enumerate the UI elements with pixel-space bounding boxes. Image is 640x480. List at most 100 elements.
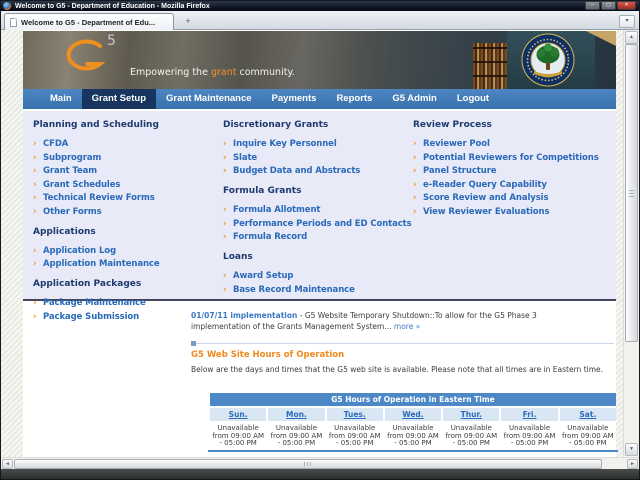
close-button[interactable]: ✕ bbox=[617, 1, 636, 10]
arrow-bullet-icon: › bbox=[413, 152, 417, 163]
menu-link-score-review-and-analysis[interactable]: Score Review and Analysis bbox=[423, 193, 549, 203]
page-margin-left bbox=[1, 30, 23, 457]
menu-link-application-maintenance[interactable]: Application Maintenance bbox=[43, 259, 160, 269]
section-divider bbox=[191, 341, 614, 346]
news-more-link[interactable]: more » bbox=[394, 322, 420, 331]
nav-item-g5-admin[interactable]: G5 Admin bbox=[382, 89, 447, 109]
nav-item-reports[interactable]: Reports bbox=[326, 89, 382, 109]
menu-section-discretionary-grants: Discretionary Grants › Inquire Key Person… bbox=[223, 120, 411, 176]
menu-link-formula-record[interactable]: Formula Record bbox=[233, 232, 307, 242]
arrow-bullet-icon: › bbox=[223, 152, 227, 163]
menu-link-grant-schedules[interactable]: Grant Schedules bbox=[43, 180, 120, 190]
menu-link-technical-review-forms[interactable]: Technical Review Forms bbox=[43, 193, 155, 203]
day-header-fri[interactable]: Fri. bbox=[501, 408, 558, 421]
scroll-right-icon[interactable]: ► bbox=[627, 459, 638, 469]
tab-list-button[interactable]: ▾ bbox=[619, 15, 635, 28]
day-header-mon[interactable]: Mon. bbox=[268, 408, 325, 421]
menu-column-2: Discretionary Grants › Inquire Key Person… bbox=[223, 120, 412, 305]
arrow-bullet-icon: › bbox=[33, 298, 37, 308]
nav-item-grant-setup[interactable]: Grant Setup bbox=[81, 89, 157, 109]
horizontal-scrollbar-thumb[interactable] bbox=[14, 459, 602, 469]
day-header-thur[interactable]: Thur. bbox=[443, 408, 500, 421]
menu-link-view-reviewer-evaluations[interactable]: View Reviewer Evaluations bbox=[423, 207, 550, 217]
divider-line bbox=[196, 343, 614, 344]
gold-corner-decoration bbox=[586, 31, 616, 46]
horizontal-scrollbar[interactable]: ◄ ► bbox=[1, 457, 639, 469]
menu-column-3: Review Process › Reviewer Pool › Potential… bbox=[413, 120, 613, 227]
arrow-bullet-icon: › bbox=[33, 152, 37, 163]
menu-link-cfda[interactable]: CFDA bbox=[43, 139, 68, 149]
vertical-scrollbar-thumb[interactable] bbox=[625, 44, 638, 342]
g5-logo-five: 5 bbox=[107, 33, 116, 49]
scroll-down-icon[interactable]: ▼ bbox=[625, 443, 638, 456]
arrow-bullet-icon: › bbox=[413, 206, 417, 217]
vertical-scrollbar[interactable]: ▲ ▼ bbox=[623, 30, 639, 457]
menu-link-inquire-key-personnel[interactable]: Inquire Key Personnel bbox=[233, 139, 337, 149]
arrow-bullet-icon: › bbox=[223, 218, 227, 229]
hours-table-title: G5 Hours of Operation in Eastern Time bbox=[210, 393, 616, 406]
scroll-left-icon[interactable]: ◄ bbox=[2, 459, 13, 469]
arrow-bullet-icon: › bbox=[413, 139, 417, 149]
window-title: Welcome to G5 - Department of Education … bbox=[15, 2, 210, 10]
hours-cell-tues: Unavailable from 09:00 AM - 05:00 PM bbox=[326, 423, 383, 448]
hours-cell-wed: Unavailable from 09:00 AM - 05:00 PM bbox=[384, 423, 442, 448]
menu-link-grant-team[interactable]: Grant Team bbox=[43, 166, 97, 176]
arrow-bullet-icon: › bbox=[413, 179, 417, 190]
nav-item-payments[interactable]: Payments bbox=[262, 89, 327, 109]
hours-cell-mon: Unavailable from 09:00 AM - 05:00 PM bbox=[268, 423, 325, 448]
window-controls: – ▢ ✕ bbox=[585, 1, 636, 10]
site-header-banner: 5 Empowering the grant community. bbox=[23, 31, 616, 89]
hours-heading: G5 Web Site Hours of Operation bbox=[191, 350, 345, 360]
menu-link-budget-data-and-abstracts[interactable]: Budget Data and Abstracts bbox=[233, 166, 360, 176]
menu-link-subprogram[interactable]: Subprogram bbox=[43, 153, 101, 163]
tagline-accent: grant bbox=[210, 67, 237, 78]
page-viewport: 5 Empowering the grant community. Main G… bbox=[1, 30, 639, 457]
scrollbar-grip bbox=[629, 190, 634, 197]
page-icon bbox=[10, 17, 17, 27]
nav-item-main[interactable]: Main bbox=[40, 89, 82, 109]
menu-link-award-setup[interactable]: Award Setup bbox=[233, 271, 293, 281]
day-header-wed[interactable]: Wed. bbox=[384, 408, 442, 421]
menu-link-base-record-maintenance[interactable]: Base Record Maintenance bbox=[233, 285, 355, 295]
arrow-bullet-icon: › bbox=[33, 193, 37, 203]
menu-link-reviewer-pool[interactable]: Reviewer Pool bbox=[423, 139, 490, 149]
menu-link-performance-periods-and-ed-contacts[interactable]: Performance Periods and ED Contacts bbox=[233, 219, 412, 229]
menu-link-potential-reviewers-for-competitions[interactable]: Potential Reviewers for Competitions bbox=[423, 153, 599, 163]
arrow-bullet-icon: › bbox=[223, 284, 227, 295]
hours-intro-text: Below are the days and times that the G5… bbox=[191, 365, 604, 374]
page-content: 5 Empowering the grant community. Main G… bbox=[23, 30, 618, 457]
arrow-bullet-icon: › bbox=[413, 193, 417, 203]
menu-link-slate[interactable]: Slate bbox=[233, 153, 257, 163]
menu-link-e-reader-query-capability[interactable]: e-Reader Query Capability bbox=[423, 180, 547, 190]
news-dash: - bbox=[297, 311, 305, 320]
menu-link-other-forms[interactable]: Other Forms bbox=[43, 207, 102, 217]
hours-cell-fri: Unavailable from 09:00 AM - 05:00 PM bbox=[501, 423, 558, 448]
g5-logo-icon bbox=[66, 39, 105, 71]
tab-title: Welcome to G5 - Department of Edu... bbox=[21, 17, 156, 27]
dept-of-education-seal-icon bbox=[521, 33, 575, 87]
nav-item-logout[interactable]: Logout bbox=[447, 89, 499, 109]
day-header-sat[interactable]: Sat. bbox=[559, 408, 616, 421]
menu-link-panel-structure[interactable]: Panel Structure bbox=[423, 166, 497, 176]
browser-tab[interactable]: Welcome to G5 - Department of Edu... bbox=[4, 13, 174, 30]
day-header-tues[interactable]: Tues. bbox=[326, 408, 383, 421]
day-header-sun[interactable]: Sun. bbox=[210, 408, 267, 421]
arrow-bullet-icon: › bbox=[33, 179, 37, 190]
nav-item-grant-maintenance[interactable]: Grant Maintenance bbox=[156, 89, 262, 109]
menu-link-package-submission[interactable]: Package Submission bbox=[43, 312, 139, 322]
menu-column-1: Planning and Scheduling › CFDA › Subprogra… bbox=[33, 120, 218, 332]
main-nav: Main Grant Setup Grant Maintenance Payme… bbox=[23, 89, 616, 109]
maximize-button[interactable]: ▢ bbox=[601, 1, 616, 10]
minimize-button[interactable]: – bbox=[585, 1, 600, 10]
new-tab-button[interactable]: + bbox=[179, 17, 197, 28]
window-titlebar: Welcome to G5 - Department of Education … bbox=[1, 1, 639, 11]
menu-link-application-log[interactable]: Application Log bbox=[43, 246, 116, 256]
news-date-link[interactable]: 01/07/11 implementation bbox=[191, 311, 297, 320]
scrollbar-grip bbox=[304, 462, 312, 466]
scroll-up-icon[interactable]: ▲ bbox=[625, 31, 638, 44]
menu-link-formula-allotment[interactable]: Formula Allotment bbox=[233, 205, 320, 215]
arrow-bullet-icon: › bbox=[223, 271, 227, 281]
site-tagline: Empowering the grant community. bbox=[130, 67, 295, 78]
menu-section-title: Applications bbox=[33, 226, 96, 237]
menu-link-package-maintenance[interactable]: Package Maintenance bbox=[43, 298, 146, 308]
